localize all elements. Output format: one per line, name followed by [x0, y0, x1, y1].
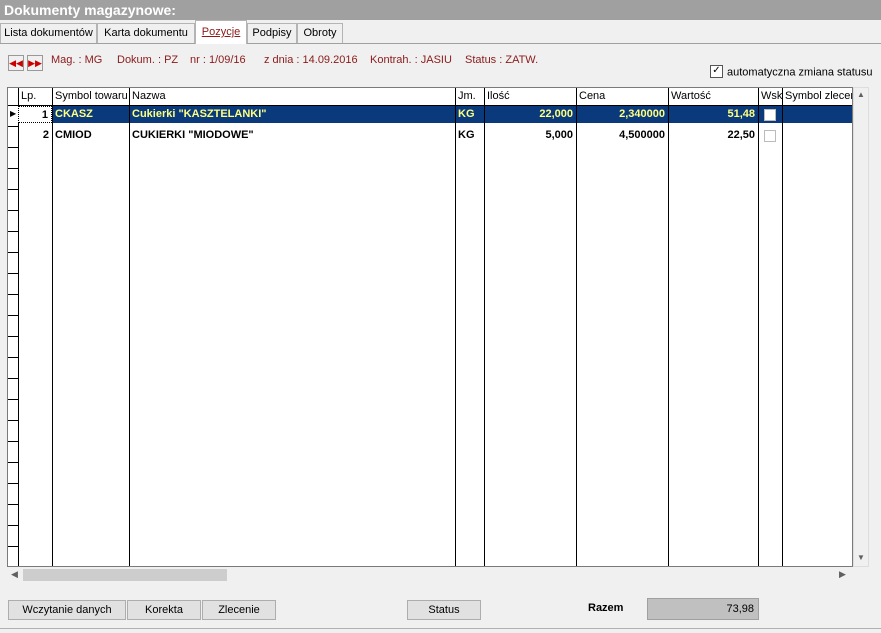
cell-wartosc[interactable]: 22,50: [668, 127, 758, 144]
row-indicator-line: [8, 273, 18, 274]
row-indicator-line: [8, 294, 18, 295]
cell-lp[interactable]: 2: [18, 127, 52, 144]
tab-lista-dokumentow[interactable]: Lista dokumentów: [0, 23, 97, 43]
cell-lp[interactable]: 1: [18, 106, 52, 123]
zlecenie-button[interactable]: Zlecenie: [202, 600, 276, 620]
grid-line: [576, 88, 577, 566]
tab-pozycje[interactable]: Pozycje: [195, 20, 247, 44]
col-header-cena[interactable]: Cena: [576, 88, 668, 105]
grid-line: [129, 88, 130, 566]
row-indicator-line: [8, 399, 18, 400]
cell-wartosc[interactable]: 51,48: [668, 106, 758, 123]
col-header-wartosc[interactable]: Wartość: [668, 88, 758, 105]
positions-grid[interactable]: Lp. Symbol towaru Nazwa Jm. Ilość Cena W…: [7, 87, 853, 567]
info-date: z dnia : 14.09.2016: [264, 54, 358, 66]
next-record-button[interactable]: ▶▶: [27, 55, 43, 71]
cell-nazwa[interactable]: Cukierki "KASZTELANKI": [129, 106, 455, 123]
row-indicator-line: [8, 126, 18, 127]
col-header-symbol-zlecenia[interactable]: Symbol zlecenia: [782, 88, 852, 105]
cell-ilosc[interactable]: 22,000: [484, 106, 576, 123]
cell-cena[interactable]: 4,500000: [576, 127, 668, 144]
window-title: Dokumenty magazynowe:: [0, 0, 881, 20]
row-indicator-line: [8, 441, 18, 442]
row-indicator-line: [8, 315, 18, 316]
grid-line: [758, 88, 759, 566]
total-value: 73,98: [647, 598, 759, 620]
cell-wsk-checkbox[interactable]: [764, 130, 776, 142]
row-indicator-line: [8, 210, 18, 211]
col-header-wsk[interactable]: Wsk.: [758, 88, 782, 105]
auto-status-label: automatyczna zmiana statusu: [727, 66, 873, 79]
cell-jm[interactable]: KG: [455, 127, 484, 144]
grid-line: [484, 88, 485, 566]
tab-podpisy[interactable]: Podpisy: [247, 23, 297, 43]
tab-karta-dokumentu[interactable]: Karta dokumentu: [97, 23, 195, 43]
grid-line: [455, 88, 456, 566]
row-indicator-line: [8, 483, 18, 484]
info-kontrah: Kontrah. : JASIU: [370, 54, 452, 66]
cell-symbol[interactable]: CMIOD: [52, 127, 129, 144]
info-nr: nr : 1/09/16: [190, 54, 246, 66]
wczytanie-danych-button[interactable]: Wczytanie danych: [8, 600, 126, 620]
bottom-divider: [0, 628, 881, 629]
row-indicator-line: [8, 168, 18, 169]
scroll-down-icon[interactable]: ▼: [857, 553, 865, 562]
info-status: Status : ZATW.: [465, 54, 539, 66]
row-indicator-line: [8, 462, 18, 463]
col-header-lp[interactable]: Lp.: [18, 88, 52, 105]
row-indicator-line: [8, 378, 18, 379]
grid-line: [52, 88, 53, 566]
scroll-up-icon[interactable]: ▲: [857, 90, 865, 99]
scroll-left-icon[interactable]: ◀: [11, 569, 18, 580]
tab-bar: Lista dokumentów Karta dokumentu Pozycje…: [0, 20, 881, 44]
row-indicator-line: [8, 147, 18, 148]
current-row-arrow-icon: ▶: [10, 109, 17, 118]
cell-symbol[interactable]: CKASZ: [52, 106, 129, 123]
row-indicator-line: [8, 189, 18, 190]
cell-cena[interactable]: 2,340000: [576, 106, 668, 123]
row-indicator-line: [8, 357, 18, 358]
row-indicator-line: [8, 336, 18, 337]
vertical-scrollbar[interactable]: ▲ ▼: [853, 87, 869, 567]
col-header-symbol[interactable]: Symbol towaru: [52, 88, 129, 105]
horizontal-scroll-thumb[interactable]: [23, 569, 227, 581]
cell-jm[interactable]: KG: [455, 106, 484, 123]
first-record-button[interactable]: ◀◀: [8, 55, 24, 71]
scroll-right-icon[interactable]: ▶: [839, 569, 846, 580]
grid-line: [782, 88, 783, 566]
tab-obroty[interactable]: Obroty: [297, 23, 343, 43]
row-indicator-line: [8, 420, 18, 421]
fast-forward-icon: ▶▶: [28, 58, 42, 68]
grid-line: [668, 88, 669, 566]
checkbox-checked-icon: ✓: [710, 65, 723, 78]
row-indicator-line: [8, 252, 18, 253]
status-button[interactable]: Status: [407, 600, 481, 620]
col-header-jm[interactable]: Jm.: [455, 88, 484, 105]
info-mag: Mag. : MG: [51, 54, 103, 66]
row-indicator-line: [8, 504, 18, 505]
cell-ilosc[interactable]: 5,000: [484, 127, 576, 144]
auto-status-checkbox[interactable]: ✓ automatyczna zmiana statusu: [710, 65, 873, 79]
row-indicator-line: [8, 546, 18, 547]
cell-nazwa[interactable]: CUKIERKI "MIODOWE": [129, 127, 455, 144]
col-header-ilosc[interactable]: Ilość: [484, 88, 576, 105]
total-label: Razem: [588, 602, 624, 614]
korekta-button[interactable]: Korekta: [127, 600, 201, 620]
rewind-icon: ◀◀: [9, 58, 23, 68]
cell-wsk-checkbox[interactable]: [764, 109, 776, 121]
row-indicator-line: [8, 231, 18, 232]
info-dokum: Dokum. : PZ: [117, 54, 179, 66]
col-header-nazwa[interactable]: Nazwa: [129, 88, 455, 105]
row-indicator-line: [8, 525, 18, 526]
grid-line: [18, 88, 19, 566]
